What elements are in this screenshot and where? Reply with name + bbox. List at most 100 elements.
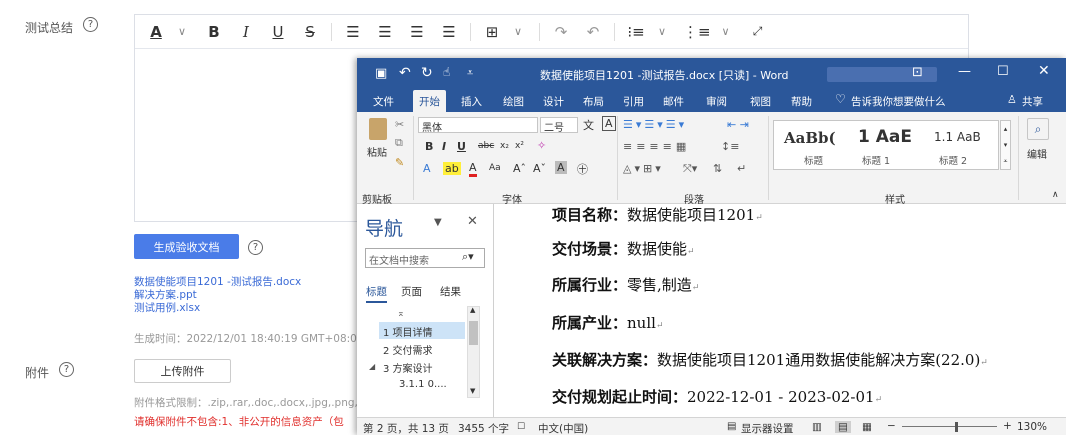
- nav-tab-pages[interactable]: 页面: [401, 284, 422, 299]
- zoom-level[interactable]: 130%: [1017, 421, 1047, 433]
- nav-item-subsection[interactable]: 3.1.1 0....: [399, 379, 447, 390]
- strikethrough-icon[interactable]: abc: [478, 141, 494, 151]
- tab-draw[interactable]: 绘图: [503, 94, 524, 109]
- web-layout-icon[interactable]: ▦: [862, 421, 872, 433]
- sort-icon[interactable]: ⇅: [713, 162, 722, 175]
- help-icon[interactable]: ?: [83, 17, 98, 32]
- strikethrough-button[interactable]: S: [299, 20, 321, 44]
- nav-scrollbar[interactable]: ▲ ▼: [467, 306, 480, 398]
- indent-icons[interactable]: ⇤ ⇥: [727, 118, 749, 131]
- save-icon[interactable]: ▣: [375, 66, 387, 81]
- tab-file[interactable]: 文件: [373, 94, 394, 109]
- style-preview-title[interactable]: AaBb(: [784, 129, 836, 147]
- shrink-font-icon[interactable]: Aˇ: [533, 162, 546, 175]
- font-color-icon[interactable]: A: [469, 162, 477, 177]
- bold-icon[interactable]: B: [425, 140, 433, 153]
- paste-icon[interactable]: [369, 118, 387, 140]
- print-layout-icon[interactable]: ▤: [835, 421, 851, 433]
- underline-button[interactable]: U: [267, 20, 289, 44]
- nav-item-delivery-needs[interactable]: 2 交付需求: [383, 342, 433, 357]
- redo-icon[interactable]: ↷: [550, 20, 572, 44]
- style-preview-heading1[interactable]: 1 AaE: [858, 127, 912, 147]
- grow-font-icon[interactable]: Aˆ: [513, 162, 526, 175]
- nav-item-project-details[interactable]: 1 项目详情: [383, 324, 433, 339]
- file-link-report[interactable]: 数据使能项目1201 -测试报告.docx: [134, 276, 301, 288]
- font-name-select[interactable]: 黑体: [418, 117, 538, 134]
- collapse-ribbon-icon[interactable]: ∧: [1052, 190, 1059, 200]
- align-center-icon[interactable]: ☰: [374, 20, 396, 44]
- search-icon[interactable]: ⌕▾: [462, 250, 474, 264]
- tab-view[interactable]: 视图: [750, 94, 771, 109]
- font-size-select[interactable]: 二号: [540, 117, 578, 134]
- highlight-icon[interactable]: ab: [443, 162, 461, 175]
- tab-design[interactable]: 设计: [543, 94, 564, 109]
- zoom-slider[interactable]: [902, 426, 997, 427]
- style-preview-heading2[interactable]: 1.1 AaB: [934, 130, 981, 144]
- align-icons[interactable]: ≡≡≡≡▦: [623, 140, 690, 153]
- cut-icon[interactable]: ✂: [395, 118, 404, 131]
- nav-tab-results[interactable]: 结果: [440, 284, 461, 299]
- editing-button[interactable]: 编辑: [1027, 146, 1047, 161]
- italic-icon[interactable]: I: [442, 140, 446, 153]
- tab-layout[interactable]: 布局: [583, 94, 604, 109]
- search-icon[interactable]: ⌕: [1027, 118, 1049, 140]
- show-marks-icon[interactable]: ↵: [737, 162, 746, 175]
- table-icon[interactable]: ⊞: [481, 20, 503, 44]
- expand-icon[interactable]: ◢: [369, 362, 375, 371]
- close-icon[interactable]: ✕: [467, 214, 478, 229]
- display-settings-button[interactable]: 显示器设置: [741, 421, 794, 435]
- tab-mailings[interactable]: 邮件: [663, 94, 684, 109]
- scroll-up-icon[interactable]: ▲: [470, 306, 475, 314]
- superscript-icon[interactable]: x²: [515, 141, 524, 151]
- char-border-icon[interactable]: A: [602, 116, 616, 131]
- tab-review[interactable]: 审阅: [706, 94, 727, 109]
- numbered-list-icon[interactable]: ⋮≡: [683, 20, 711, 44]
- text-effects-icon[interactable]: A: [423, 162, 431, 175]
- customize-toolbar-icon[interactable]: ⩡: [467, 66, 473, 80]
- maximize-icon[interactable]: ☐: [997, 64, 1009, 79]
- align-justify-icon[interactable]: ☰: [438, 20, 460, 44]
- phonetic-guide-icon[interactable]: 文: [583, 117, 594, 133]
- read-mode-icon[interactable]: ▥: [812, 421, 822, 433]
- chevron-down-icon[interactable]: ∨: [651, 20, 673, 44]
- word-count[interactable]: 3455 个字: [458, 421, 509, 435]
- align-left-icon[interactable]: ☰: [342, 20, 364, 44]
- redo-icon[interactable]: ↻: [421, 65, 433, 81]
- font-color-button[interactable]: A: [145, 20, 167, 44]
- shading-border-icons[interactable]: ◬▾⊞▾: [623, 162, 664, 175]
- fullscreen-icon[interactable]: ⤢: [747, 20, 769, 44]
- help-icon[interactable]: ?: [248, 240, 263, 255]
- chevron-down-icon[interactable]: ▼: [434, 217, 442, 228]
- nav-search-box[interactable]: 在文档中搜索 ⌕▾: [365, 248, 485, 268]
- document-page[interactable]: 项目名称：数据使能项目1201↵ 交付场景：数据使能↵ 所属行业：零售,制造↵ …: [494, 204, 1066, 417]
- clear-format-icon[interactable]: ✧: [537, 139, 546, 152]
- nav-scroll-thumb[interactable]: [469, 321, 478, 345]
- char-shading-icon[interactable]: A: [555, 161, 567, 174]
- enclose-char-icon[interactable]: ㊉: [577, 161, 588, 177]
- nav-item-solution-design[interactable]: 3 方案设计: [383, 360, 433, 375]
- bold-button[interactable]: B: [203, 20, 225, 44]
- styles-gallery[interactable]: AaBb( 标题 1 AaE 标题 1 1.1 AaB 标题 2: [773, 120, 999, 170]
- bullet-list-icon[interactable]: ⁝≡: [625, 20, 647, 44]
- change-case-icon[interactable]: Aa: [489, 163, 501, 173]
- underline-icon[interactable]: U: [457, 140, 466, 153]
- chevron-down-icon[interactable]: ∨: [171, 20, 193, 44]
- close-icon[interactable]: ✕: [1038, 63, 1050, 79]
- line-spacing-icon[interactable]: ↕≡: [721, 140, 739, 153]
- touch-mode-icon[interactable]: ☝: [443, 65, 450, 79]
- list-buttons-icon[interactable]: ☰▾☰▾☰▾: [623, 118, 687, 131]
- zoom-slider-thumb[interactable]: [955, 422, 958, 432]
- nav-search-input[interactable]: 在文档中搜索: [369, 252, 429, 267]
- nav-tab-headings[interactable]: 标题: [366, 284, 387, 303]
- zoom-out-icon[interactable]: −: [887, 420, 896, 432]
- undo-icon[interactable]: ↶: [582, 20, 604, 44]
- align-right-icon[interactable]: ☰: [406, 20, 428, 44]
- file-link-solution[interactable]: 解决方案.ppt: [134, 289, 197, 301]
- collapse-all-icon[interactable]: ⌅: [397, 309, 405, 319]
- file-link-testcases[interactable]: 测试用例.xlsx: [134, 302, 200, 314]
- tell-me-search[interactable]: 告诉我你想要做什么: [851, 94, 946, 109]
- paste-button[interactable]: 粘贴: [367, 144, 387, 159]
- proofing-icon[interactable]: ☐: [517, 422, 525, 432]
- chevron-down-icon[interactable]: ∨: [715, 20, 737, 44]
- tab-help[interactable]: 帮助: [791, 94, 812, 109]
